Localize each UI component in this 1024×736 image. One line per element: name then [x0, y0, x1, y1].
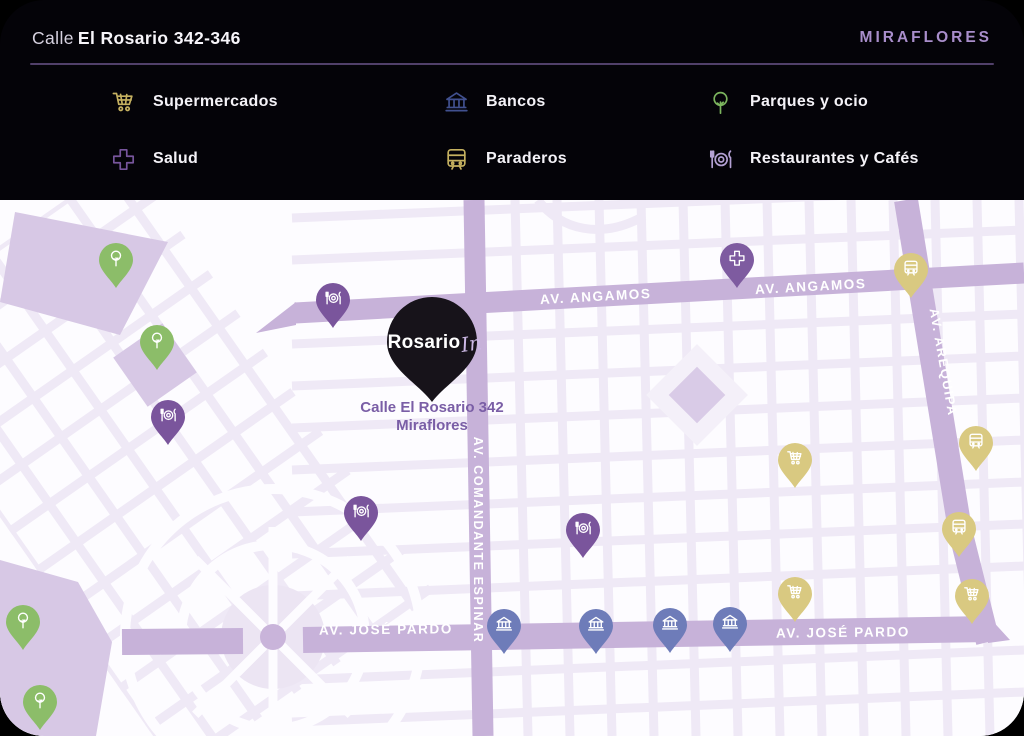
legend-item-paraderos: Paraderos: [443, 145, 567, 173]
street-label: AV. COMANDANTE ESPINAR: [471, 437, 485, 644]
brand-suffix: In: [458, 330, 483, 357]
medical-cross-icon: [110, 146, 137, 173]
location-map-card: CalleEl Rosario 342-346 MIRAFLORES Super…: [0, 0, 1024, 736]
tree-icon: [707, 89, 734, 116]
legend-item-restaurantes: Restaurantes y Cafés: [707, 145, 919, 173]
legend-item-parques: Parques y ocio: [707, 88, 868, 116]
bank-icon: [443, 89, 470, 116]
map-legend: Supermercados Bancos Parques y ocio Salu…: [0, 66, 1024, 200]
brand-wordmark: Rosario: [388, 332, 461, 353]
legend-item-salud: Salud: [110, 145, 198, 173]
map-canvas[interactable]: AV. ANGAMOSAV. ANGAMOSAV. AREQUIPAAV. CO…: [0, 200, 1024, 736]
header-divider: [30, 63, 994, 65]
restaurant-icon: [707, 146, 734, 173]
legend-label: Salud: [153, 150, 198, 168]
header: CalleEl Rosario 342-346 MIRAFLORES: [0, 0, 1024, 66]
address-title: CalleEl Rosario 342-346: [32, 28, 241, 49]
pin-caption-district: Miraflores: [396, 417, 468, 434]
legend-label: Supermercados: [153, 93, 278, 111]
bus-icon: [443, 146, 470, 173]
legend-label: Restaurantes y Cafés: [750, 150, 919, 168]
legend-item-bancos: Bancos: [443, 88, 546, 116]
street-label: AV. JOSÉ PARDO: [776, 624, 910, 640]
address-prefix: Calle: [32, 28, 74, 48]
legend-label: Parques y ocio: [750, 93, 868, 111]
roundabout-core: [260, 624, 286, 650]
address-main: El Rosario 342-346: [78, 28, 241, 48]
legend-label: Paraderos: [486, 150, 567, 168]
legend-label: Bancos: [486, 93, 546, 111]
legend-item-supermercados: Supermercados: [110, 88, 278, 116]
district-label: MIRAFLORES: [860, 29, 992, 47]
street-label: AV. JOSÉ PARDO: [319, 621, 453, 637]
cart-icon: [110, 89, 137, 116]
pin-caption-address: Calle El Rosario 342: [360, 399, 503, 416]
